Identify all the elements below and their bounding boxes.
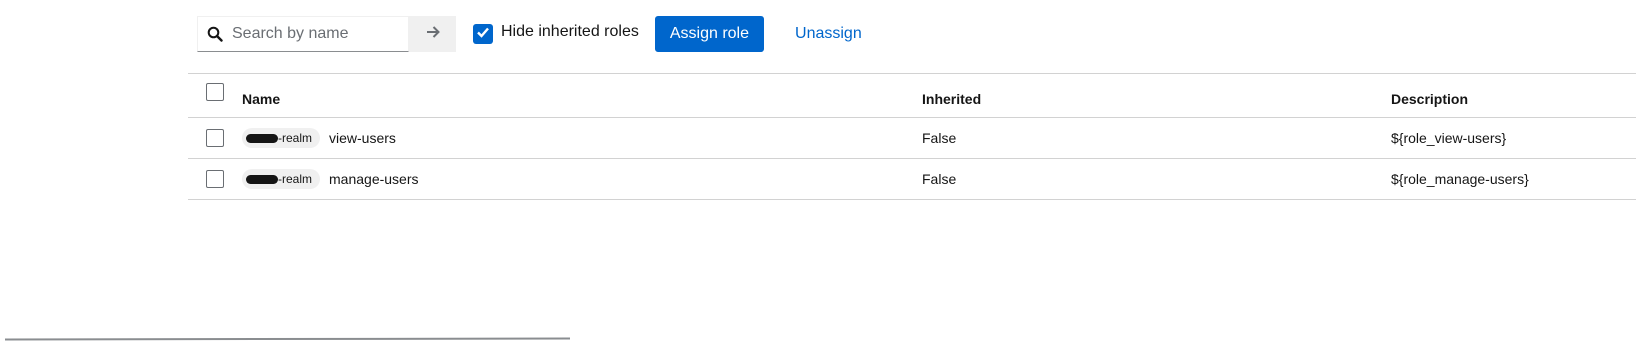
toolbar: Hide inherited roles Assign role Unassig… bbox=[197, 16, 877, 52]
client-label: -realm bbox=[278, 131, 313, 145]
roles-table: Name Inherited Description -realm view-u… bbox=[188, 73, 1636, 200]
search-group bbox=[197, 16, 456, 52]
row-checkbox[interactable] bbox=[206, 129, 224, 147]
search-box[interactable] bbox=[197, 16, 409, 52]
description-value: ${role_view-users} bbox=[1391, 130, 1507, 146]
search-submit-button[interactable] bbox=[409, 16, 456, 52]
select-all-checkbox[interactable] bbox=[206, 83, 224, 101]
redacted-mark bbox=[246, 174, 278, 184]
scribble-mark bbox=[5, 337, 570, 341]
hide-inherited-checkbox[interactable] bbox=[473, 24, 493, 44]
checkmark-icon bbox=[476, 25, 490, 44]
column-header-inherited: Inherited bbox=[922, 91, 982, 107]
search-input[interactable] bbox=[230, 24, 404, 44]
client-badge: -realm bbox=[242, 169, 321, 189]
table-row: -realm view-users False ${role_view-user… bbox=[188, 118, 1636, 159]
name-cell: -realm view-users bbox=[242, 128, 396, 148]
row-checkbox[interactable] bbox=[206, 170, 224, 188]
client-badge: -realm bbox=[242, 128, 321, 148]
inherited-value: False bbox=[922, 130, 957, 146]
table-header: Name Inherited Description bbox=[188, 73, 1636, 118]
description-value: ${role_manage-users} bbox=[1391, 171, 1529, 187]
role-name: view-users bbox=[329, 130, 396, 146]
arrow-right-icon bbox=[425, 24, 441, 45]
name-cell: -realm manage-users bbox=[242, 169, 419, 189]
role-name: manage-users bbox=[329, 171, 419, 187]
table-row: -realm manage-users False ${role_manage-… bbox=[188, 159, 1636, 200]
column-header-description: Description bbox=[1391, 91, 1469, 107]
assign-role-button[interactable]: Assign role bbox=[654, 16, 765, 52]
client-label: -realm bbox=[278, 172, 313, 186]
inherited-value: False bbox=[922, 171, 957, 187]
search-icon bbox=[207, 26, 223, 42]
column-header-name[interactable]: Name bbox=[242, 91, 280, 107]
redacted-mark bbox=[246, 133, 278, 143]
hide-inherited-label: Hide inherited roles bbox=[501, 23, 639, 40]
unassign-button[interactable]: Unassign bbox=[780, 16, 877, 52]
